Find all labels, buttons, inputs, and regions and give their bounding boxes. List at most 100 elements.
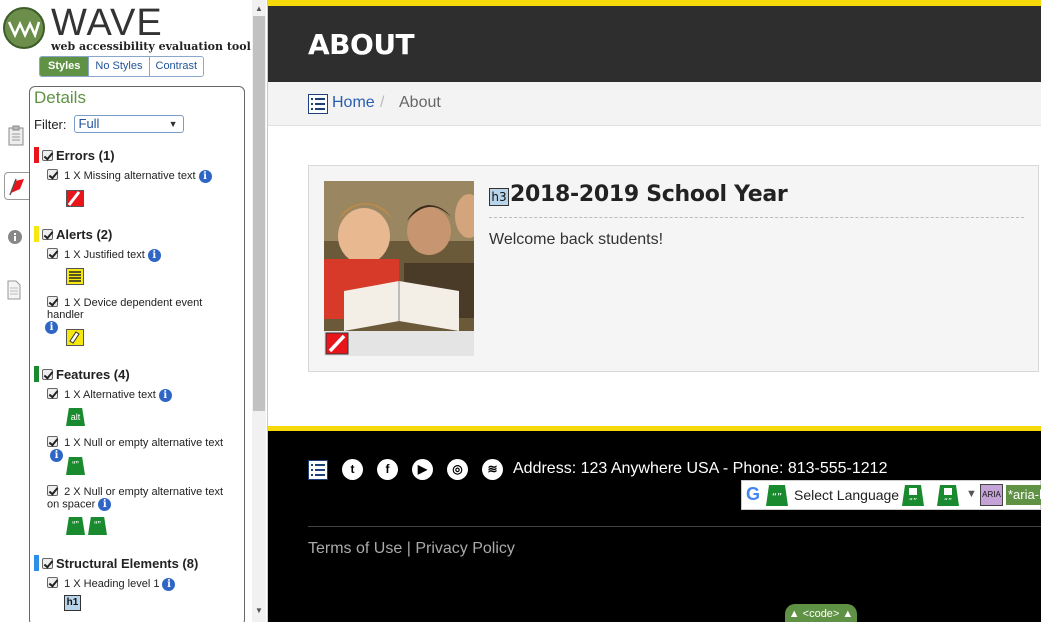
heading-level-icon[interactable]: h3 xyxy=(489,188,509,206)
info-icon[interactable]: i xyxy=(198,169,212,183)
errors-color-bar xyxy=(34,147,39,163)
justified-checkbox[interactable] xyxy=(47,248,58,259)
tab-styles[interactable]: Styles xyxy=(40,57,89,76)
document-icon[interactable] xyxy=(6,280,28,302)
justified-label: 1 X Justified text xyxy=(64,249,145,261)
info-icon[interactable]: i xyxy=(147,248,161,262)
chevron-down-icon[interactable]: ▼ xyxy=(966,488,977,500)
sidebar-scroll-thumb[interactable] xyxy=(253,16,265,411)
alerts-color-bar xyxy=(34,226,39,242)
google-translate-widget[interactable]: G “” Select Language “” “” ▼ ARIA *aria-… xyxy=(741,480,1041,510)
category-errors: Errors (1) xyxy=(34,147,115,163)
device-handler-alert-icon[interactable] xyxy=(66,329,84,346)
category-features: Features (4) xyxy=(34,366,130,382)
footer-legal-links: Terms of Use | Privacy Policy xyxy=(308,540,515,558)
info-icon[interactable]: i xyxy=(45,321,58,334)
item-justified: 1 X Justified text i xyxy=(47,247,237,262)
missing-alt-checkbox[interactable] xyxy=(47,169,58,180)
select-language-label[interactable]: Select Language xyxy=(794,487,899,503)
breadcrumb-current: About xyxy=(399,94,441,111)
page-footer: t f ▶ ◎ ≋ Address: 123 Anywhere USA - Ph… xyxy=(268,426,1041,622)
instagram-icon[interactable]: ◎ xyxy=(447,459,468,480)
filter-select[interactable]: Full ▼ xyxy=(73,115,184,133)
heading1-checkbox[interactable] xyxy=(47,577,58,588)
null-alt-spacer-label: 2 X Null or empty alternative text on sp… xyxy=(47,486,224,511)
heading1-label: 1 X Heading level 1 xyxy=(64,578,160,590)
rss-icon[interactable]: ≋ xyxy=(482,459,503,480)
wave-feature-icon[interactable]: “” xyxy=(902,485,924,506)
twitter-icon[interactable]: t xyxy=(342,459,363,480)
tab-contrast[interactable]: Contrast xyxy=(148,57,204,76)
spacer-feature-icon[interactable]: “” xyxy=(66,517,85,535)
footer-address: Address: 123 Anywhere USA - Phone: 813-5… xyxy=(513,460,888,477)
card-body: Welcome back students! xyxy=(489,231,664,248)
page-header: ABOUT xyxy=(268,0,1041,82)
device-handler-label: 1 X Device dependent event handler xyxy=(47,297,203,321)
wave-logo-icon xyxy=(3,7,45,49)
breadcrumb-home-link[interactable]: Home xyxy=(332,94,375,112)
alerts-label: Alerts (2) xyxy=(56,226,113,242)
alt-text-label: 1 X Alternative text xyxy=(64,389,156,401)
features-label: Features (4) xyxy=(56,366,130,382)
facebook-icon[interactable]: f xyxy=(377,459,398,480)
wave-logo: WAVE web accessibility evaluation tool xyxy=(3,2,253,53)
svg-text:“”: “” xyxy=(909,497,917,506)
svg-text:“”: “” xyxy=(944,497,952,506)
null-alt-feature-icon[interactable]: “” xyxy=(66,457,85,475)
structural-checkbox[interactable] xyxy=(42,557,53,569)
errors-checkbox[interactable] xyxy=(42,149,53,161)
item-alt-text: 1 X Alternative text i xyxy=(47,387,237,402)
heading1-structure-icon[interactable]: h1 xyxy=(64,595,81,611)
wave-sidebar: WAVE web accessibility evaluation tool S… xyxy=(0,0,268,622)
google-g-icon: G xyxy=(746,484,761,504)
spacer-feature-icon[interactable]: “” xyxy=(88,517,107,535)
legal-divider: | xyxy=(406,540,411,557)
scroll-down-icon[interactable]: ▼ xyxy=(255,606,263,615)
scroll-up-icon[interactable]: ▲ xyxy=(255,4,263,13)
wave-tagline: web accessibility evaluation tool xyxy=(51,40,251,53)
info-icon[interactable]: i xyxy=(158,388,172,402)
item-missing-alt: 1 X Missing alternative text i xyxy=(47,168,237,183)
structural-label: Structural Elements (8) xyxy=(56,555,199,571)
wave-logo-word: WAVE xyxy=(51,2,163,44)
list-icon xyxy=(308,459,328,480)
alt-text-checkbox[interactable] xyxy=(47,388,58,399)
alerts-checkbox[interactable] xyxy=(42,228,53,240)
null-alt-label: 1 X Null or empty alternative text xyxy=(64,437,224,449)
info-icon[interactable]: i xyxy=(98,498,112,511)
tab-no-styles[interactable]: No Styles xyxy=(88,57,149,76)
null-alt-spacer-checkbox[interactable] xyxy=(47,485,58,496)
features-color-bar xyxy=(34,366,39,382)
page-content: ABOUT Home / About h3 2018-2019 School Y… xyxy=(268,0,1041,622)
aria-icon[interactable]: ARIA xyxy=(980,484,1003,506)
features-checkbox[interactable] xyxy=(42,368,53,380)
wave-feature-icon[interactable]: “” xyxy=(937,485,959,506)
device-handler-checkbox[interactable] xyxy=(47,296,58,307)
alt-text-feature-icon[interactable]: alt xyxy=(66,408,85,426)
view-tabs: Styles No Styles Contrast xyxy=(39,56,205,77)
clipboard-icon[interactable] xyxy=(6,125,28,147)
info-icon[interactable]: i xyxy=(162,577,176,591)
social-links: t f ▶ ◎ ≋ xyxy=(308,459,503,480)
youtube-icon[interactable]: ▶ xyxy=(412,459,433,480)
item-heading1: 1 X Heading level 1i xyxy=(47,576,237,591)
details-panel: Details Filter: Full ▼ Errors (1) 1 X Mi… xyxy=(29,86,245,622)
missing-alt-error-icon[interactable] xyxy=(66,190,84,207)
filter-value: Full xyxy=(78,116,100,131)
terms-of-use-link[interactable]: Terms of Use xyxy=(308,540,402,557)
aria-attribute-tag[interactable]: *aria-l xyxy=(1006,485,1041,505)
errors-label: Errors (1) xyxy=(56,147,115,163)
svg-text:“”: “” xyxy=(772,492,782,503)
info-icon[interactable] xyxy=(6,228,28,250)
justified-alert-icon[interactable] xyxy=(66,268,84,285)
privacy-policy-link[interactable]: Privacy Policy xyxy=(415,540,515,557)
info-icon[interactable]: i xyxy=(50,449,63,462)
wave-feature-icon[interactable]: “” xyxy=(766,485,788,506)
details-title: Details xyxy=(34,88,86,107)
code-toggle-button[interactable]: ▲ <code> ▲ xyxy=(785,604,857,622)
students-photo[interactable] xyxy=(324,181,483,356)
null-alt-checkbox[interactable] xyxy=(47,436,58,447)
details-flag-icon[interactable] xyxy=(4,172,32,200)
breadcrumb: Home / About xyxy=(268,82,1041,126)
list-icon xyxy=(308,94,328,114)
